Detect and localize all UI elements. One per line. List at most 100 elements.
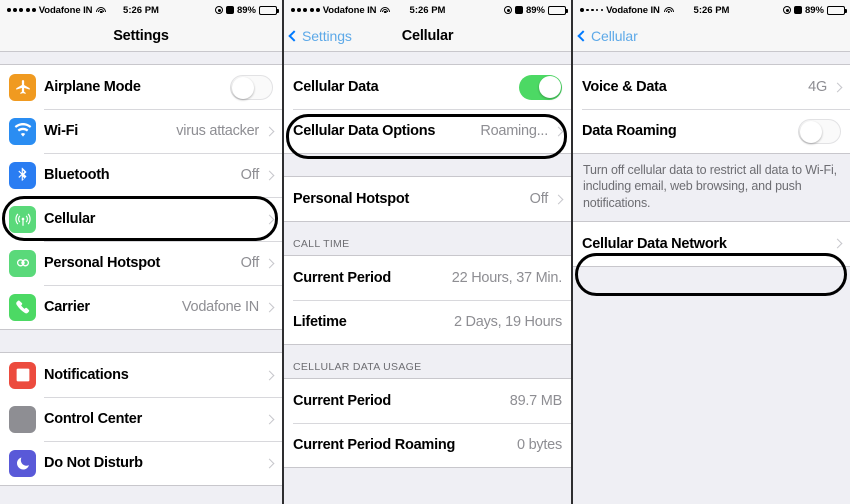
chevron-left-icon [577,29,589,42]
battery-icon [827,5,847,15]
data-usage-row[interactable]: Current Period Roaming 0 bytes [284,423,571,467]
list-item-label: Current Period [293,393,392,409]
settings-row[interactable]: Airplane Mode [0,65,282,109]
panel-settings: Vodafone IN 5:26 PM 89% Settings Airplan… [0,0,282,504]
cellular-group-data-usage: Current Period 89.7 MB Current Period Roam… [284,378,571,468]
toggle-knob [800,121,822,143]
options-list[interactable]: Voice & Data 4G Data Roaming Turn off cell… [573,52,850,504]
cellular-list[interactable]: Cellular Data Cellular Data Options Roamin… [284,52,571,504]
list-item-label: Cellular Data Options [293,123,436,139]
settings-row[interactable]: Notifications [0,353,282,397]
list-item-value: 89.7 MB [509,393,563,409]
cellular-group-call-time: Current Period 22 Hours, 37 Min. Lifetime 2… [284,255,571,345]
location-icon [214,6,223,14]
chevron-right-icon [553,194,564,204]
rotation-lock-icon [793,6,802,14]
list-item-label: Current Period Roaming [293,437,456,453]
phone-icon [9,293,36,321]
settings-row[interactable]: Bluetooth Off [0,153,282,197]
chevron-right-icon [264,370,275,380]
status-time: 5:26 PM [693,4,730,16]
chevron-right-icon [832,82,843,92]
cellular-row[interactable]: Cellular Data [284,65,571,109]
list-item-label: Personal Hotspot [293,191,410,207]
options-row[interactable]: Voice & Data 4G [573,65,850,109]
cellular-row[interactable]: Personal Hotspot Off [284,177,571,221]
toggle-knob [232,77,254,99]
chevron-right-icon [832,238,843,249]
panel-cellular-data-options: Vodafone IN 5:26 PM 89% Cellular Voice &… [573,0,850,504]
settings-row[interactable]: Wi-Fi virus attacker [0,109,282,153]
toggle-switch-on[interactable] [519,74,562,100]
panel-cellular: Vodafone IN 5:26 PM 89% Settings Cellula… [284,0,571,504]
group-gap-1 [284,154,571,176]
data-usage-row[interactable]: Current Period 89.7 MB [284,379,571,423]
back-button-settings[interactable]: Settings [284,28,352,44]
list-item-label: Control Center [44,411,142,427]
list-item-label: Current Period [293,270,392,286]
settings-group-connectivity: Airplane Mode Wi-Fi virus attacker Bluetoot… [0,64,282,330]
settings-row[interactable]: Control Center [0,397,282,441]
chevron-right-icon [264,170,275,180]
list-item-label: Lifetime [293,314,347,330]
settings-row[interactable]: Carrier Vodafone IN [0,285,282,329]
chevron-right-icon [264,258,275,268]
status-time: 5:26 PM [409,4,446,16]
wifi-icon [9,117,36,145]
chevron-right-icon [264,414,275,424]
options-row[interactable]: Data Roaming [573,109,850,153]
cellular-row[interactable]: Cellular Data Options Roaming... [284,109,571,153]
cellular-icon [9,205,36,233]
list-item-value: Off [529,191,549,207]
status-time: 5:26 PM [123,4,159,16]
status-bar-panel1: Vodafone IN 5:26 PM 89% [0,0,282,20]
list-item-label: Notifications [44,367,129,383]
list-item-label: Do Not Disturb [44,455,143,471]
chevron-right-icon [264,126,275,136]
navbar-panel3: Cellular [573,20,850,52]
toggle-switch-off[interactable] [230,74,273,100]
settings-row[interactable]: Do Not Disturb [0,441,282,485]
section-header-call-time: CALL TIME [284,222,571,255]
list-item-value: Off [240,255,260,271]
chevron-left-icon [288,29,300,42]
bluetooth-icon [9,161,36,189]
chevron-right-icon [264,302,275,312]
location-icon [503,6,512,14]
settings-group-notifications: Notifications Control Center Do Not Distur… [0,352,282,486]
back-button-label: Cellular [591,27,638,44]
hotspot-icon [9,249,36,277]
status-bar-panel2: Vodafone IN 5:26 PM 89% [284,0,571,20]
list-item-label: Cellular [44,211,96,227]
control-center-icon [9,405,36,433]
list-item-label: Cellular Data [293,79,379,95]
navbar-panel2: Settings Cellular [284,20,571,52]
toggle-switch-off[interactable] [798,118,841,144]
call-time-row[interactable]: Lifetime 2 Days, 19 Hours [284,300,571,344]
list-item-label: Cellular Data Network [582,235,727,252]
battery-icon [259,5,279,15]
cellular-group-data: Cellular Data Cellular Data Options Roamin… [284,64,571,154]
call-time-row[interactable]: Current Period 22 Hours, 37 Min. [284,256,571,300]
settings-row[interactable]: Cellular [0,197,282,241]
options-row[interactable]: Cellular Data Network [573,221,850,266]
list-item-label: Data Roaming [582,123,677,139]
section-header-data-usage: CELLULAR DATA USAGE [284,345,571,378]
footer-note-roaming: Turn off cellular data to restrict all d… [573,154,850,221]
screenshot-root: Vodafone IN 5:26 PM 89% Settings Airplan… [0,0,850,504]
notifications-icon [9,361,36,389]
list-item-value: 0 bytes [517,437,562,453]
list-item-value: Roaming... [480,123,548,139]
list-item-value: Vodafone IN [181,299,259,315]
settings-row[interactable]: Personal Hotspot Off [0,241,282,285]
settings-list[interactable]: Airplane Mode Wi-Fi virus attacker Bluetoot… [0,52,282,504]
list-top-gap [0,52,282,64]
back-button-cellular[interactable]: Cellular [573,28,638,44]
list-item-value: virus attacker [176,123,259,139]
rotation-lock-icon [225,6,234,14]
list-item-label: Wi-Fi [44,123,79,139]
back-button-label: Settings [302,27,352,44]
chevron-right-icon [264,458,275,468]
status-bar-panel3: Vodafone IN 5:26 PM 89% [573,0,850,20]
navbar-panel1: Settings [0,20,282,52]
